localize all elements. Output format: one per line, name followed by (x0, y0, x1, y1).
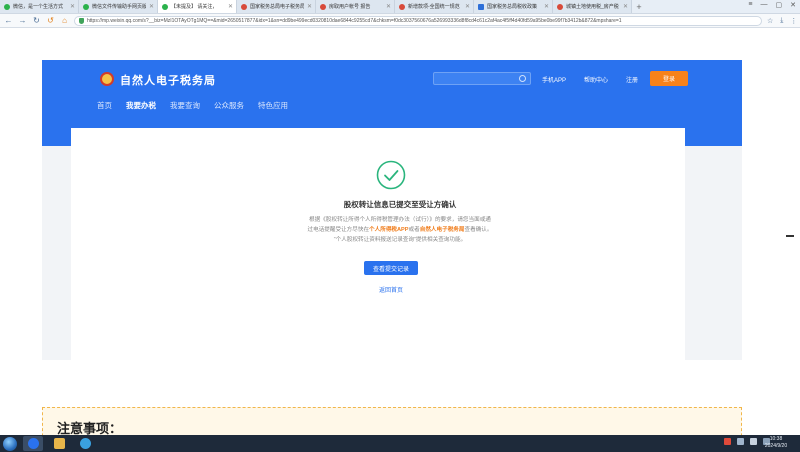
url-text: https://mp.weixin.qq.com/s?__biz=MzI1OTA… (87, 17, 622, 24)
new-tab-icon[interactable]: + (632, 0, 646, 13)
taskbar-app-browser[interactable] (23, 436, 43, 451)
browser-tab[interactable]: 国家税务总局电子税务局 ✕ (237, 0, 316, 13)
description-line: “个人股权转让资料报送记录查询”提供相关查询功能。 (333, 237, 467, 243)
mobile-app-link[interactable]: 手机APP (542, 75, 566, 84)
web-page: 自然人电子税务局 手机APP 帮助中心 注册 登录 首页 我要办税 我要查询 公… (0, 29, 800, 435)
close-icon[interactable]: ✕ (386, 3, 391, 10)
folder-icon (53, 438, 65, 449)
window-controls: ≡ — ▢ ✕ (748, 1, 796, 9)
taskbar-app-files[interactable] (49, 436, 69, 451)
system-clock[interactable]: 10:38 2024/9/20 (756, 435, 800, 452)
network-icon[interactable] (737, 438, 744, 445)
tax-bureau-icon (557, 3, 563, 10)
media-player-icon (79, 438, 91, 449)
browser-tab[interactable]: 房取用户帐号 报告 ✕ (316, 0, 395, 13)
home-icon[interactable]: ⌂ (60, 16, 69, 25)
minimize-icon[interactable]: — (761, 1, 768, 9)
tab-title: 城镇土地使用税_房产税 (566, 4, 619, 10)
address-bar[interactable]: https://mp.weixin.qq.com/s?__biz=MzI1OTA… (74, 15, 762, 26)
more-icon[interactable]: ⋮ (790, 17, 797, 25)
menu-item-query[interactable]: 我要查询 (170, 100, 200, 111)
result-description: 根据《股权转让所得个人所得税管理办法（试行）》的要求，请您当面或通 过电话提醒受… (270, 215, 530, 245)
clock-date: 2024/9/20 (764, 443, 788, 449)
history-icon[interactable]: ↺ (46, 16, 55, 25)
tax-bureau-icon (241, 3, 247, 10)
browser-toolbar: ← → ↻ ↺ ⌂ https://mp.weixin.qq.com/s?__b… (0, 14, 800, 28)
tax-bureau-icon (399, 3, 405, 10)
menu-item-featured[interactable]: 特色应用 (258, 100, 288, 111)
view-submission-records-button[interactable]: 查看提交记录 (364, 261, 418, 275)
browser-tab[interactable]: 微信，是一个生活方式 ✕ (0, 0, 79, 13)
taskbar-app-media[interactable] (75, 436, 95, 451)
tax-emblem-logo (100, 72, 114, 86)
result-title: 股权转让信息已提交至受让方确认 (343, 200, 457, 209)
clock-text: 10:38 2024/9/20 (758, 436, 794, 450)
close-icon[interactable]: ✕ (149, 3, 154, 10)
start-button[interactable] (3, 436, 17, 451)
wechat-icon (83, 3, 89, 10)
description-line: 根据《股权转让所得个人所得税管理办法（试行）》的要求，请您当面或通 (309, 217, 491, 223)
browser-app-icon (27, 438, 39, 449)
refresh-icon[interactable]: ↻ (32, 16, 41, 25)
text-segment: 查看确认。 (464, 227, 493, 233)
site-name: 自然人电子税务局 (120, 75, 216, 87)
close-icon[interactable]: ✕ (465, 3, 470, 10)
notice-heading: 注意事项： (57, 421, 123, 435)
close-icon[interactable]: ✕ (623, 3, 628, 10)
browser-tab-strip: 微信，是一个生活方式 ✕ 微信文件传输助手网页版 ✕ 【未提及】 请关注， ✕ 国家税… (0, 0, 800, 14)
menu-icon[interactable]: ≡ (748, 1, 752, 9)
login-button[interactable]: 登录 (650, 71, 688, 86)
register-link[interactable]: 注册 (626, 75, 638, 84)
tab-title: 国家税务总局税收政策 (487, 4, 538, 10)
doc-icon (478, 3, 484, 10)
browser-tab[interactable]: 城镇土地使用税_房产税 ✕ (553, 0, 632, 13)
side-scroll-handle[interactable] (786, 235, 794, 237)
tab-title: 新增款项-全国统一规范 (408, 4, 460, 10)
wechat-icon (4, 3, 10, 10)
search-input[interactable] (433, 72, 531, 85)
wechat-icon (162, 3, 168, 10)
highlight-app-name: 个人所得税APP (369, 227, 409, 233)
maximize-icon[interactable]: ▢ (776, 1, 783, 9)
forward-arrow-icon[interactable]: → (18, 16, 27, 25)
tab-title: 房取用户帐号 报告 (329, 4, 371, 10)
security-shield-icon (79, 17, 84, 24)
star-icon[interactable]: ☆ (767, 17, 773, 25)
tray-app-icon[interactable] (724, 438, 731, 445)
browser-tab[interactable]: 新增款项-全国统一规范 ✕ (395, 0, 474, 13)
browser-tab-active[interactable]: 【未提及】 请关注， ✕ (158, 0, 237, 13)
highlight-site-name: 自然人电子税务局 (419, 227, 465, 233)
notice-section: 注意事项： (42, 407, 742, 435)
tab-title: 微信文件传输助手网页版 (92, 4, 146, 10)
description-line: 过电话提醒受让方尽快在个人所得税APP或者自然人电子税务局查看确认。 (270, 225, 530, 235)
text-segment: 或者 (408, 227, 420, 233)
close-window-icon[interactable]: ✕ (790, 1, 796, 9)
tab-title: 国家税务总局电子税务局 (250, 4, 304, 10)
clock-time: 10:38 (769, 436, 783, 442)
download-icon[interactable]: ⤓ (780, 17, 783, 25)
menu-item-tax-handling[interactable]: 我要办税 (126, 100, 156, 111)
tax-bureau-icon (320, 3, 326, 10)
main-menu: 首页 我要办税 我要查询 公众服务 特色应用 (97, 100, 288, 111)
success-check-icon (376, 160, 406, 190)
close-icon[interactable]: ✕ (228, 3, 233, 10)
os-taskbar: 10:38 2024/9/20 (0, 435, 800, 452)
return-home-link[interactable]: 返回首页 (0, 285, 782, 294)
menu-item-public-service[interactable]: 公众服务 (214, 100, 244, 111)
browser-tab[interactable]: 微信文件传输助手网页版 ✕ (79, 0, 158, 13)
text-segment: 过电话提醒受让方尽快在 (307, 227, 370, 233)
close-icon[interactable]: ✕ (307, 3, 312, 10)
close-icon[interactable]: ✕ (544, 3, 549, 10)
tab-title: 【未提及】 请关注， (171, 4, 218, 10)
back-arrow-icon[interactable]: ← (4, 16, 13, 25)
tab-title: 微信，是一个生活方式 (13, 4, 64, 10)
close-icon[interactable]: ✕ (70, 3, 75, 10)
search-icon[interactable] (519, 75, 526, 82)
help-center-link[interactable]: 帮助中心 (584, 75, 608, 84)
menu-item-home[interactable]: 首页 (97, 100, 112, 111)
browser-tab[interactable]: 国家税务总局税收政策 ✕ (474, 0, 553, 13)
